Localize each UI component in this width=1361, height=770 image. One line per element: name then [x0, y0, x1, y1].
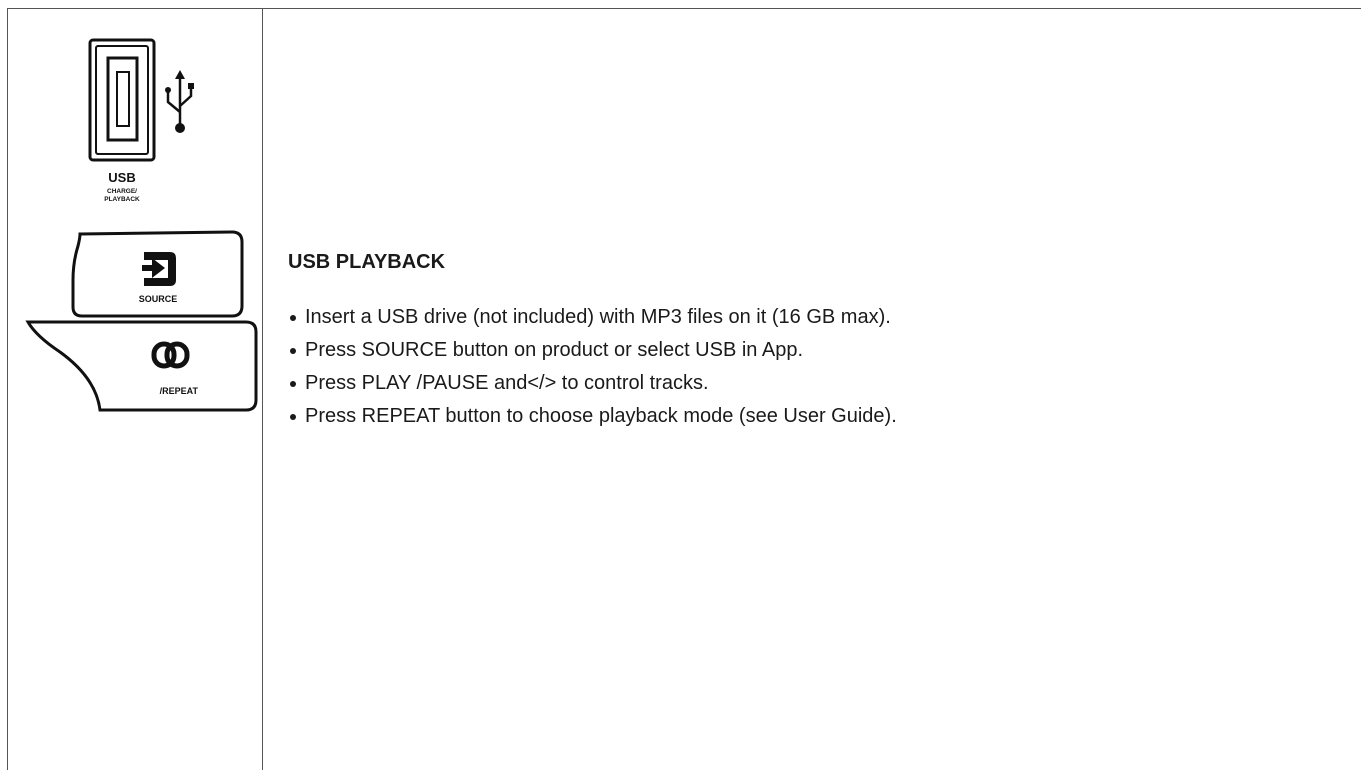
usb-sublabel-charge: CHARGE/ [107, 188, 137, 195]
control-panel-illustration: USB CHARGE/ PLAYBACK SOURCE /REPEAT [25, 38, 258, 412]
usb-port-icon [88, 38, 156, 162]
source-arrow-icon [142, 252, 176, 286]
list-item: Press SOURCE button on product or select… [288, 338, 897, 371]
usb-symbol-icon [165, 70, 194, 133]
repeat-button[interactable]: /REPEAT [25, 320, 258, 412]
source-button-label: SOURCE [139, 294, 178, 304]
list-item: Insert a USB drive (not included) with M… [288, 305, 897, 338]
table-column-divider [262, 8, 263, 770]
list-item: Press PLAY /PAUSE and</> to control trac… [288, 371, 897, 404]
usb-sublabel-playback: PLAYBACK [104, 196, 140, 203]
source-button[interactable]: SOURCE [71, 230, 244, 318]
usb-label: USB [108, 170, 135, 185]
instruction-table: USB CHARGE/ PLAYBACK SOURCE /REPEAT USB … [0, 0, 1361, 770]
step-list: Insert a USB drive (not included) with M… [288, 305, 897, 437]
list-item: Press REPEAT button to choose playback m… [288, 404, 897, 437]
repeat-button-label: /REPEAT [160, 386, 199, 396]
section-title: USB PLAYBACK [288, 251, 446, 273]
